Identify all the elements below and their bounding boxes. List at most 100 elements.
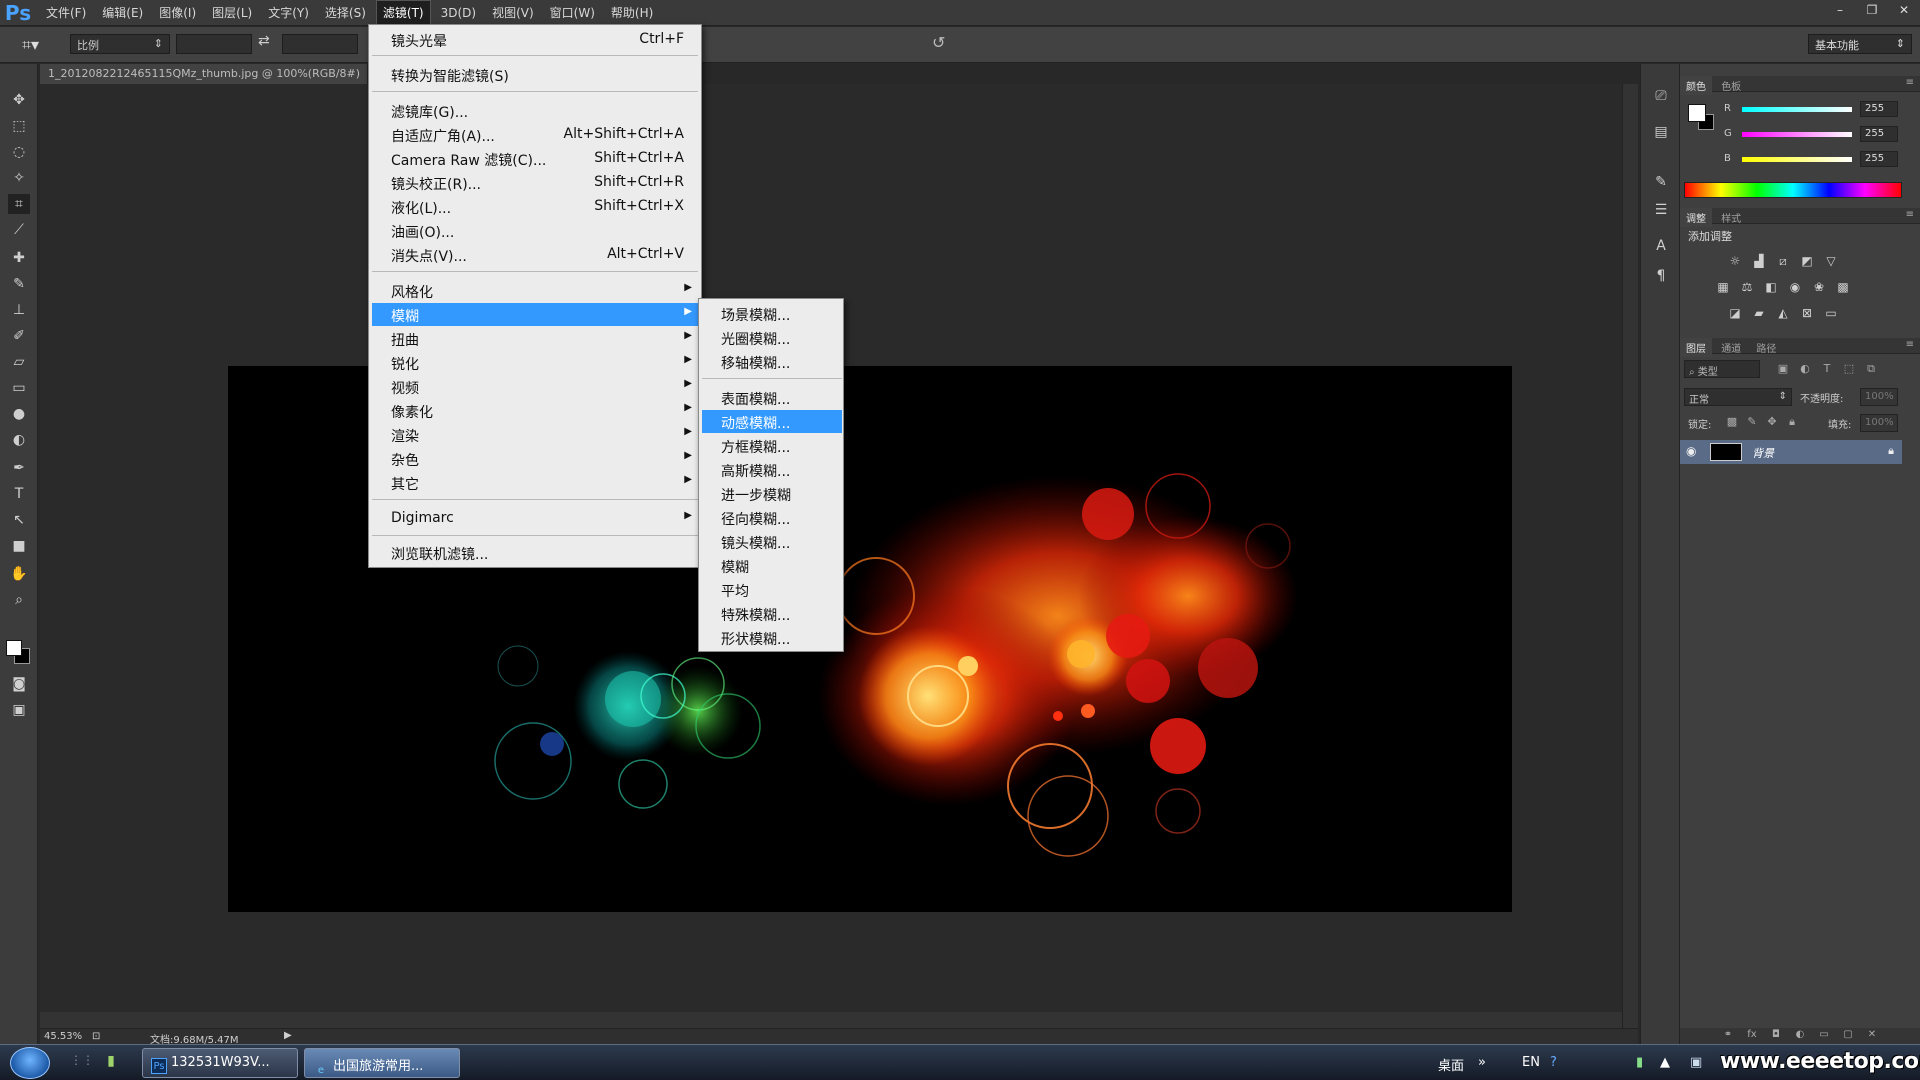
hue-icon[interactable]: ▦ (1714, 278, 1732, 296)
document-tab[interactable]: 1_2012082212465115QMz_thumb.jpg @ 100%(R… (40, 64, 368, 84)
filter-item-render[interactable]: 渲染 ▶ (372, 423, 698, 446)
menu-layer[interactable]: 图层(L) (206, 1, 258, 24)
menu-help[interactable]: 帮助(H) (605, 1, 659, 24)
slider-b-track[interactable] (1742, 157, 1852, 162)
filter-item-lens-correction[interactable]: 镜头校正(R)... Shift+Ctrl+R (372, 171, 698, 194)
filter-item-gallery[interactable]: 滤镜库(G)... (372, 99, 698, 122)
threshold-icon[interactable]: ◭ (1774, 304, 1792, 322)
hand-tool-icon[interactable]: ✋ (8, 564, 30, 584)
battery-icon[interactable]: ▮ (1636, 1055, 1643, 1070)
channel-mixer-icon[interactable]: ❀ (1810, 278, 1828, 296)
invert-icon[interactable]: ◪ (1726, 304, 1744, 322)
selective-color-icon[interactable]: ⊠ (1798, 304, 1816, 322)
filter-item-convert-smart[interactable]: 转换为智能滤镜(S) (372, 63, 698, 86)
panel-foreground-swatch[interactable] (1688, 104, 1706, 122)
history-icon[interactable]: ⎚ (1651, 86, 1671, 106)
layer-row[interactable]: ◉ 背景 🔒︎ (1680, 440, 1902, 464)
slider-r-value[interactable]: 255 (1860, 101, 1898, 117)
tab-adjustments[interactable]: 调整 (1680, 208, 1712, 227)
filter-item-lens-flare[interactable]: 镜头光晕 Ctrl+F (372, 28, 698, 51)
height-field[interactable] (282, 34, 358, 54)
lock-transparency-icon[interactable]: ▩ (1724, 414, 1740, 430)
menu-image[interactable]: 图像(I) (153, 1, 202, 24)
delete-layer-icon[interactable]: ✕ (1864, 1029, 1880, 1043)
filter-item-vanishing-point[interactable]: 消失点(V)... Alt+Ctrl+V (372, 243, 698, 266)
lasso-tool-icon[interactable]: ◌ (8, 142, 30, 162)
vertical-scrollbar[interactable] (1622, 84, 1638, 1028)
slider-g-track[interactable] (1742, 132, 1852, 137)
blur-item-lens[interactable]: 镜头模糊... (702, 530, 842, 553)
tab-layers[interactable]: 图层 (1680, 338, 1712, 357)
status-menu-arrow-icon[interactable]: ▶ (284, 1030, 292, 1041)
quick-mask-icon[interactable]: ◙ (8, 674, 30, 694)
width-field[interactable] (176, 34, 252, 54)
path-select-tool-icon[interactable]: ↖ (8, 510, 30, 530)
lock-position-icon[interactable]: ✥ (1764, 414, 1780, 430)
tab-paths[interactable]: 路径 (1750, 338, 1782, 357)
crop-tool-icon[interactable]: ⌗ (8, 194, 30, 214)
magic-wand-tool-icon[interactable]: ✧ (8, 168, 30, 188)
filter-item-adaptive-wide[interactable]: 自适应广角(A)... Alt+Shift+Ctrl+A (372, 123, 698, 146)
eyedropper-tool-icon[interactable]: ⟋ (8, 220, 30, 240)
close-button[interactable]: ✕ (1888, 0, 1920, 20)
blur-item-motion[interactable]: 动感模糊... (702, 410, 842, 433)
ps-logo[interactable]: Ps (0, 0, 36, 26)
menu-type[interactable]: 文字(Y) (262, 1, 315, 24)
add-mask-icon[interactable]: ◘ (1768, 1029, 1784, 1043)
blend-mode-select[interactable]: 正常 ⇕ (1684, 388, 1792, 406)
filter-item-stylize[interactable]: 风格化 ▶ (372, 279, 698, 302)
brush-presets-icon[interactable]: ✎ (1651, 172, 1671, 192)
vibrance-icon[interactable]: ▽ (1822, 252, 1840, 270)
filter-item-oil-paint[interactable]: 油画(O)... (372, 219, 698, 242)
filter-item-sharpen[interactable]: 锐化 ▶ (372, 351, 698, 374)
zoom-level[interactable]: 45.53% (44, 1031, 82, 1042)
marquee-tool-icon[interactable]: ⬚ (8, 116, 30, 136)
chevron-right-icon[interactable]: » (1478, 1055, 1486, 1070)
exposure-icon[interactable]: ◩ (1798, 252, 1816, 270)
blur-item-iris[interactable]: 光圈模糊... (702, 326, 842, 349)
menu-filter[interactable]: 滤镜(T) (375, 0, 431, 25)
blur-item-box[interactable]: 方框模糊... (702, 434, 842, 457)
filter-item-pixelate[interactable]: 像素化 ▶ (372, 399, 698, 422)
brush-tool-icon[interactable]: ✎ (8, 274, 30, 294)
pen-tool-icon[interactable]: ✒ (8, 458, 30, 478)
filter-item-liquify[interactable]: 液化(L)... Shift+Ctrl+X (372, 195, 698, 218)
posterize-icon[interactable]: ▰ (1750, 304, 1768, 322)
filter-item-noise[interactable]: 杂色 ▶ (372, 447, 698, 470)
filter-shape-icon[interactable]: ⬚ (1840, 360, 1858, 378)
curves-icon[interactable]: ⧄ (1774, 252, 1792, 270)
help-icon[interactable]: ? (1550, 1055, 1557, 1070)
type-tool-icon[interactable]: T (8, 484, 30, 504)
actions-icon[interactable]: ▤ (1651, 122, 1671, 142)
blur-item-average[interactable]: 平均 (702, 578, 842, 601)
blur-item-more[interactable]: 进一步模糊 (702, 482, 842, 505)
tab-swatches[interactable]: 色板 (1715, 76, 1747, 95)
slider-g-value[interactable]: 255 (1860, 126, 1898, 142)
blur-item-tilt-shift[interactable]: 移轴模糊... (702, 350, 842, 373)
link-layers-icon[interactable]: ⚭ (1720, 1029, 1736, 1043)
history-brush-tool-icon[interactable]: ✐ (8, 326, 30, 346)
gradient-map-icon[interactable]: ▭ (1822, 304, 1840, 322)
slider-b-value[interactable]: 255 (1860, 151, 1898, 167)
new-adjustment-icon[interactable]: ◐ (1792, 1029, 1808, 1043)
taskbar-item-browser[interactable]: e 出国旅游常用... (304, 1048, 460, 1078)
taskbar-item-photoshop[interactable]: Ps 132531W93V... (142, 1048, 298, 1078)
foreground-color-swatch[interactable] (6, 640, 22, 656)
filter-item-blur[interactable]: 模糊 ▶ (372, 303, 698, 326)
opacity-field[interactable]: 100% (1860, 388, 1898, 406)
filter-item-digimarc[interactable]: Digimarc ▶ (372, 507, 698, 530)
shape-tool-icon[interactable]: ■ (8, 536, 30, 556)
filter-item-video[interactable]: 视频 ▶ (372, 375, 698, 398)
filter-pixel-icon[interactable]: ▣ (1774, 360, 1792, 378)
menu-3d[interactable]: 3D(D) (435, 3, 482, 23)
desktop-label[interactable]: 桌面 (1438, 1055, 1464, 1074)
properties-icon[interactable]: ☰ (1651, 200, 1671, 220)
color-balance-icon[interactable]: ⚖ (1738, 278, 1756, 296)
blur-item-gaussian[interactable]: 高斯模糊... (702, 458, 842, 481)
filter-adjust-icon[interactable]: ◐ (1796, 360, 1814, 378)
monitor-icon[interactable]: ▣ (1690, 1055, 1702, 1070)
layer-filter-select[interactable]: ⌕ 类型 (1684, 360, 1760, 378)
tab-channels[interactable]: 通道 (1715, 338, 1747, 357)
minimize-button[interactable]: – (1824, 0, 1856, 20)
start-button[interactable] (10, 1047, 50, 1079)
